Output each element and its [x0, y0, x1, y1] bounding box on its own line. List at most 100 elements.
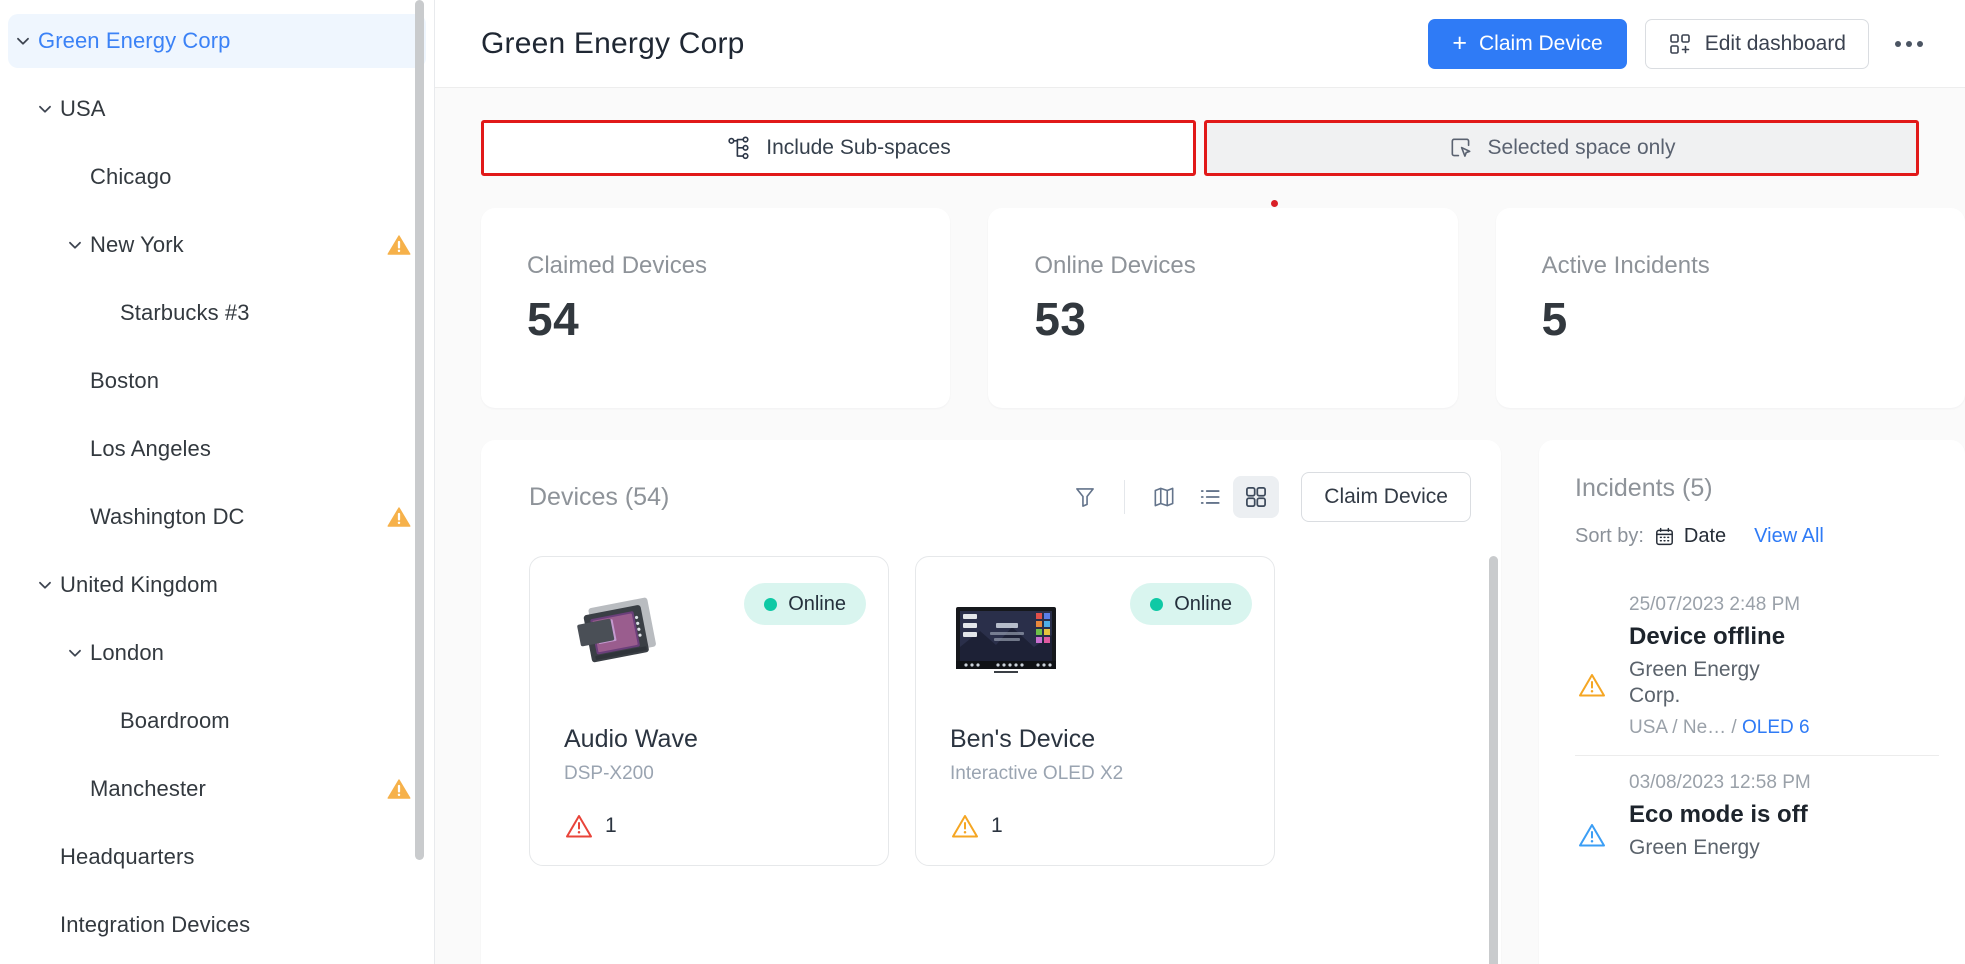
stat-card-value: 54: [527, 293, 580, 345]
selected-space-only-toggle[interactable]: Selected space only: [1204, 120, 1919, 176]
sidebar-scrollbar-track[interactable]: [415, 0, 429, 964]
claim-device-button[interactable]: + Claim Device: [1428, 18, 1627, 69]
status-dot-icon: [1150, 597, 1164, 611]
grid-icon[interactable]: [1233, 476, 1280, 518]
sort-by-date-selector[interactable]: Date: [1654, 525, 1726, 548]
device-model: Interactive OLED X2: [950, 763, 1124, 784]
incidents-panel-title: Incidents (5): [1575, 474, 1713, 502]
space-tree-item-headquarters[interactable]: Headquarters: [8, 830, 426, 884]
incident-space: Green Energy: [1629, 835, 1760, 859]
incident-timestamp: 03/08/2023 12:58 PM: [1629, 772, 1811, 794]
incidents-sort-row: Sort by: Date View All: [1575, 525, 1965, 548]
device-status-label: Online: [788, 592, 846, 615]
space-tree-item-london[interactable]: London: [8, 626, 426, 680]
devices-scrollbar-thumb[interactable]: [1489, 556, 1498, 964]
incident-list-item[interactable]: 25/07/2023 2:48 PM Device offline Green En…: [1575, 578, 1939, 755]
tool-divider: [1124, 480, 1126, 514]
incident-path: USA / Ne… / OLED 6: [1629, 717, 1939, 739]
space-tree-item-united-kingdom[interactable]: United Kingdom: [8, 558, 426, 612]
chevron-down-icon[interactable]: [30, 98, 60, 120]
space-tree-item-label: USA: [60, 96, 106, 121]
incident-severity-icon: [1575, 770, 1609, 861]
space-tree-item-label: Chicago: [90, 164, 172, 189]
incident-body: 25/07/2023 2:48 PM Device offline Green En…: [1629, 592, 1939, 739]
space-tree-item-integration-devices[interactable]: Integration Devices: [8, 898, 426, 952]
space-tree-item-los-angeles[interactable]: Los Angeles: [8, 422, 426, 476]
chevron-down-icon[interactable]: [30, 574, 60, 596]
device-card[interactable]: Online Ben's Device Interactive OLED X2 1: [915, 556, 1275, 866]
device-status-label: Online: [1174, 592, 1232, 615]
selected-space-only-label: Selected space only: [1487, 136, 1676, 159]
edit-dashboard-label: Edit dashboard: [1704, 31, 1846, 55]
stat-card-value: 53: [1034, 293, 1087, 345]
space-tree-item-starbucks-3[interactable]: Starbucks #3: [8, 286, 426, 340]
view-all-link[interactable]: View All: [1754, 525, 1824, 548]
panel-claim-device-button[interactable]: Claim Device: [1301, 472, 1471, 522]
map-icon[interactable]: [1141, 476, 1187, 518]
scope-toggle-group: Include Sub-spaces Selected space only: [435, 120, 1965, 176]
space-tree-item-label: Integration Devices: [60, 912, 251, 937]
space-tree-item-label: Headquarters: [60, 844, 195, 869]
chevron-down-icon[interactable]: [60, 234, 90, 256]
incident-path-device-link[interactable]: OLED 6: [1742, 717, 1810, 738]
device-name: Audio Wave: [564, 725, 698, 753]
sort-by-label: Sort by:: [1575, 525, 1644, 547]
space-tree-sidebar: Green Energy Corp USA Chicago New York Starb…: [0, 0, 435, 964]
space-tree-item-label: Manchester: [90, 776, 206, 801]
space-tree-item-green-energy-corp[interactable]: Green Energy Corp: [8, 14, 426, 68]
more-options-icon[interactable]: [1887, 33, 1931, 55]
device-card[interactable]: Online Audio Wave DSP-X200 1: [529, 556, 889, 866]
space-tree-item-label: New York: [90, 232, 184, 257]
stat-card-label: Claimed Devices: [527, 252, 708, 279]
space-tree-item-new-york[interactable]: New York: [8, 218, 426, 272]
include-subspaces-toggle[interactable]: Include Sub-spaces: [481, 120, 1196, 176]
chevron-down-icon[interactable]: [8, 30, 38, 52]
space-tree-item-manchester[interactable]: Manchester: [8, 762, 426, 816]
header-actions: + Claim Device Edit dashboard: [1428, 18, 1931, 69]
device-model: DSP-X200: [564, 763, 654, 784]
stat-card-active-incidents: Active Incidents 5: [1495, 208, 1965, 408]
space-tree-item-label: Boston: [90, 368, 160, 393]
grid-plus-icon: [1668, 32, 1692, 56]
space-tree-item-washington-dc[interactable]: Washington DC: [8, 490, 426, 544]
device-alert: 1: [950, 811, 1248, 841]
device-alert-count: 1: [605, 814, 617, 837]
device-alert-count: 1: [991, 814, 1003, 837]
space-tree: Green Energy Corp USA Chicago New York Starb…: [0, 0, 434, 952]
sort-value-label: Date: [1683, 525, 1727, 547]
main-area: Green Energy Corp + Claim Device Edit da…: [435, 0, 1965, 964]
app-root: Green Energy Corp USA Chicago New York Starb…: [0, 0, 1965, 964]
dashboard-content: Include Sub-spaces Selected space only C…: [435, 88, 1965, 964]
status-dot-icon: [764, 597, 778, 611]
space-tree-item-boston[interactable]: Boston: [8, 354, 426, 408]
stat-card-online-devices: Online Devices 53: [988, 200, 1458, 408]
stat-card-claimed-devices: Claimed Devices 54: [481, 208, 951, 408]
incident-list-item[interactable]: 03/08/2023 12:58 PM Eco mode is off Green …: [1575, 755, 1939, 877]
space-tree-item-label: Boardroom: [120, 708, 230, 733]
warning-icon: [386, 504, 412, 530]
space-tree-item-usa[interactable]: USA: [8, 82, 426, 136]
device-alert: 1: [564, 811, 862, 841]
alert-triangle-icon: [950, 811, 980, 841]
device-status-badge: Online: [744, 583, 866, 625]
devices-scrollbar-track[interactable]: [1489, 556, 1501, 964]
page-header: Green Energy Corp + Claim Device Edit da…: [435, 0, 1965, 88]
edit-dashboard-button[interactable]: Edit dashboard: [1644, 18, 1869, 69]
stat-card-label: Online Devices: [1034, 252, 1196, 279]
incident-timestamp: 25/07/2023 2:48 PM: [1629, 594, 1801, 615]
calendar-icon: [1654, 526, 1675, 547]
devices-view-tools: Claim Device: [1062, 472, 1471, 522]
plus-icon: +: [1452, 29, 1468, 57]
page-title: Green Energy Corp: [481, 26, 745, 60]
include-subspaces-label: Include Sub-spaces: [766, 136, 951, 159]
list-icon[interactable]: [1187, 476, 1233, 518]
sidebar-scrollbar-thumb[interactable]: [415, 0, 424, 860]
stat-card-label: Active Incidents: [1541, 252, 1710, 279]
device-status-badge: Online: [1130, 583, 1252, 625]
device-card-grid: Online Audio Wave DSP-X200 1 Online Ben's Dev…: [481, 522, 1501, 866]
space-tree-item-chicago[interactable]: Chicago: [8, 150, 426, 204]
filter-icon[interactable]: [1062, 476, 1108, 518]
devices-panel: Devices (54) Claim Device Online Audio W…: [481, 440, 1501, 964]
space-tree-item-boardroom[interactable]: Boardroom: [8, 694, 426, 748]
chevron-down-icon[interactable]: [60, 642, 90, 664]
